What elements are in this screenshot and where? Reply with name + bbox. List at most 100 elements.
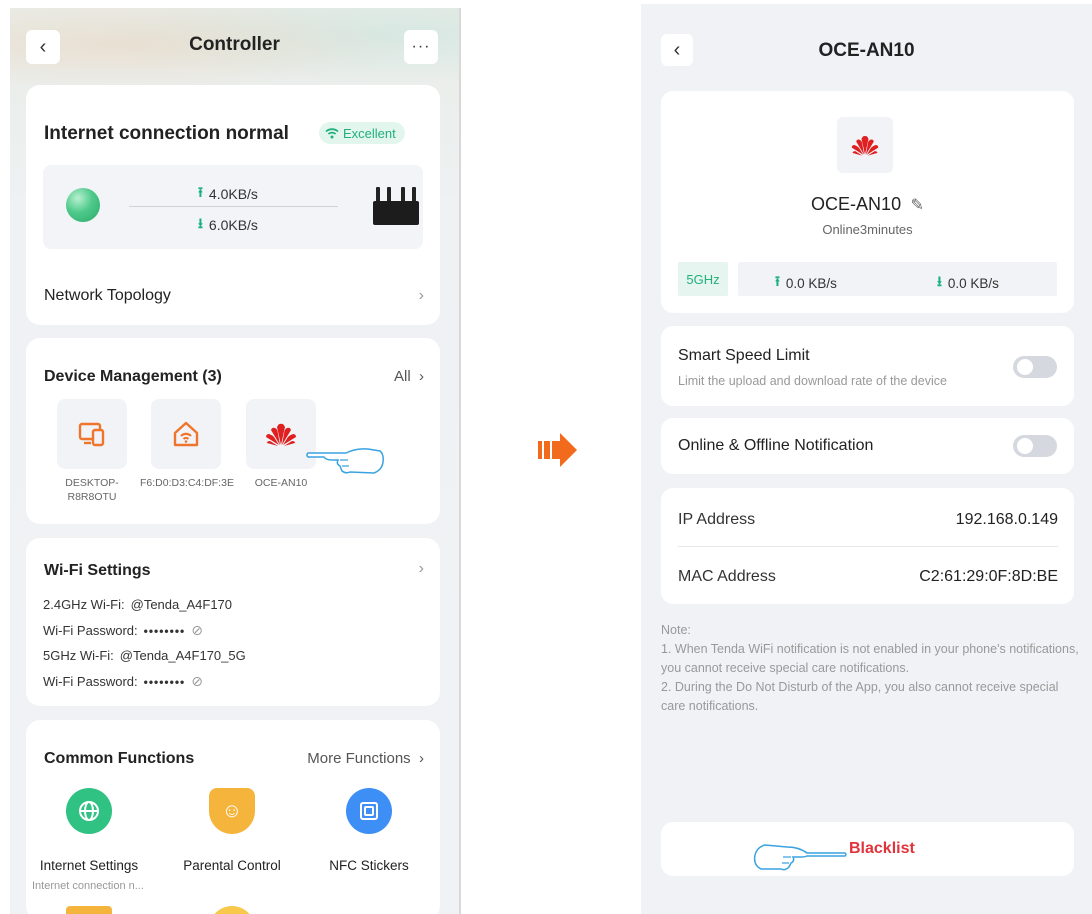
device-download-rate: ⭳ 0.0 KB/s (937, 271, 999, 295)
all-label: All (393, 368, 411, 385)
quality-label: Excellent (343, 125, 396, 141)
nfc-stickers-label[interactable]: NFC Stickers (299, 858, 439, 873)
device-detail-screen: ‹ OCE-AN10 OCE-AN10 ✎ Online3minutes 5GH… (641, 4, 1092, 914)
internet-settings-status: Internet connection n... (32, 880, 144, 892)
router-icon (373, 187, 419, 227)
controller-screen: ‹ Controller ··· Internet connection nor… (10, 8, 461, 914)
signal-quality-badge: Excellent (319, 122, 405, 144)
eye-off-icon[interactable]: ⊘ (191, 673, 203, 690)
wifi-5-password-row: Wi-Fi Password: •••••••• ⊘ (43, 673, 203, 690)
more-functions-link[interactable]: More Functions › (307, 750, 424, 767)
note-block: Note: 1. When Tenda WiFi notification is… (661, 621, 1081, 716)
note-line-1: 1. When Tenda WiFi notification is not e… (661, 642, 1079, 675)
common-functions-title: Common Functions (44, 750, 195, 767)
more-options-button[interactable]: ··· (404, 30, 438, 64)
blacklist-button[interactable]: Blacklist (661, 822, 1074, 876)
network-info-card: IP Address 192.168.0.149 MAC Address C2:… (661, 488, 1074, 604)
globe-glyph (79, 801, 99, 821)
online-duration: Online3minutes (822, 222, 913, 237)
device-name-unknown: F6:D0:D3:C4:DF:3E (140, 477, 234, 489)
wifi-settings-card[interactable]: Wi-Fi Settings › 2.4GHz Wi-Fi: @Tenda_A4… (26, 538, 440, 706)
pointing-hand-icon (753, 844, 847, 871)
chevron-right-icon: › (414, 750, 424, 767)
upload-value: 4.0KB/s (208, 186, 258, 202)
blacklist-label: Blacklist (849, 840, 915, 857)
download-rate: ⭳ 6.0KB/s (198, 213, 258, 237)
child-shield-icon[interactable]: ☺ (209, 788, 255, 834)
device-management-card: Device Management (3) All › DESKTOP-R8R8… (26, 338, 440, 524)
ip-address-value: 192.168.0.149 (955, 511, 1058, 528)
common-functions-card: Common Functions More Functions › ☺ Inte… (26, 720, 440, 914)
wifi-5-row: 5GHz Wi-Fi: @Tenda_A4F170_5G (43, 648, 246, 663)
note-line-2: 2. During the Do Not Disturb of the App,… (661, 680, 1059, 713)
pointing-hand-icon (306, 448, 384, 474)
nfc-icon[interactable] (346, 788, 392, 834)
partially-visible-function-icon[interactable] (66, 906, 112, 914)
device-upload-value: 0.0 KB/s (785, 275, 837, 291)
smart-speed-limit-label: Smart Speed Limit (678, 347, 810, 364)
download-arrow-icon: ⭳ (198, 215, 203, 231)
smart-speed-limit-desc: Limit the upload and download rate of th… (678, 374, 947, 388)
network-topology-row[interactable]: Network Topology › (44, 287, 424, 305)
device-rates: ⭱ 0.0 KB/s ⭳ 0.0 KB/s (738, 262, 1057, 296)
huawei-logo (266, 423, 296, 446)
nav-bar: ‹ Controller ··· (10, 8, 459, 88)
chevron-right-icon: › (414, 368, 424, 385)
notification-label: Online & Offline Notification (678, 437, 874, 454)
device-tile-desktop[interactable] (57, 399, 127, 469)
wifi-password-label: Wi-Fi Password: (43, 623, 138, 638)
arrow-right-icon (538, 433, 577, 467)
device-name: OCE-AN10 (811, 194, 902, 214)
wifi-password-label: Wi-Fi Password: (43, 674, 138, 689)
all-devices-link[interactable]: All › (394, 368, 424, 385)
partially-visible-function-icon[interactable] (209, 906, 255, 914)
ellipsis-icon: ··· (411, 38, 431, 55)
wifi-icon (325, 128, 339, 139)
device-name-row: OCE-AN10 ✎ (661, 194, 1074, 215)
nav-bar: ‹ OCE-AN10 (641, 4, 1092, 84)
parental-control-label[interactable]: Parental Control (162, 858, 302, 873)
mac-address-value: C2:61:29:0F:8D:BE (919, 568, 1058, 585)
download-value: 6.0KB/s (208, 217, 258, 233)
wifi-password-mask: •••••••• (143, 623, 186, 638)
mac-address-label: MAC Address (678, 568, 776, 585)
upload-rate: ⭱ 4.0KB/s (198, 182, 258, 206)
connection-status: Internet connection normal (44, 123, 289, 144)
wifi-5-ssid: @Tenda_A4F170_5G (119, 648, 246, 663)
note-title: Note: (661, 623, 691, 637)
device-header-card: OCE-AN10 ✎ Online3minutes 5GHz ⭱ 0.0 KB/… (661, 91, 1074, 313)
traffic-box: ⭱ 4.0KB/s ⭳ 6.0KB/s (43, 165, 423, 249)
page-title: Controller (189, 34, 280, 55)
wifi-5-label: 5GHz Wi-Fi: (43, 648, 114, 663)
page-title: OCE-AN10 (818, 40, 915, 61)
device-logo-tile (837, 117, 893, 173)
divider (678, 546, 1058, 547)
device-name-desktop: DESKTOP-R8R8OTU (65, 477, 119, 503)
notification-toggle[interactable] (1013, 435, 1057, 457)
more-functions-label: More Functions (307, 750, 411, 767)
wifi-24-row: 2.4GHz Wi-Fi: @Tenda_A4F170 (43, 597, 232, 612)
wifi-24-label: 2.4GHz Wi-Fi: (43, 597, 125, 612)
wifi-24-ssid: @Tenda_A4F170 (130, 597, 233, 612)
upload-arrow-icon: ⭱ (775, 273, 780, 289)
smart-speed-limit-card: Smart Speed Limit Limit the upload and d… (661, 326, 1074, 406)
home-wifi-icon (173, 421, 199, 447)
chevron-right-icon: › (418, 287, 424, 304)
smart-speed-limit-toggle[interactable] (1013, 356, 1057, 378)
device-download-value: 0.0 KB/s (947, 275, 999, 291)
wifi-24-password-row: Wi-Fi Password: •••••••• ⊘ (43, 622, 203, 639)
nfc-glyph (360, 802, 378, 820)
device-name-oce-an10: OCE-AN10 (254, 477, 308, 489)
eye-off-icon[interactable]: ⊘ (191, 622, 203, 639)
link-line (129, 206, 338, 207)
device-management-title: Device Management (3) (44, 368, 222, 385)
chevron-right-icon: › (418, 560, 424, 577)
internet-settings-label[interactable]: Internet Settings (19, 858, 159, 873)
device-tile-unknown[interactable] (151, 399, 221, 469)
band-badge: 5GHz (678, 262, 728, 296)
notification-card: Online & Offline Notification (661, 418, 1074, 474)
wifi-settings-title: Wi-Fi Settings (44, 562, 151, 579)
download-arrow-icon: ⭳ (937, 273, 942, 289)
globe-icon[interactable] (66, 788, 112, 834)
edit-pencil-icon[interactable]: ✎ (906, 197, 924, 214)
